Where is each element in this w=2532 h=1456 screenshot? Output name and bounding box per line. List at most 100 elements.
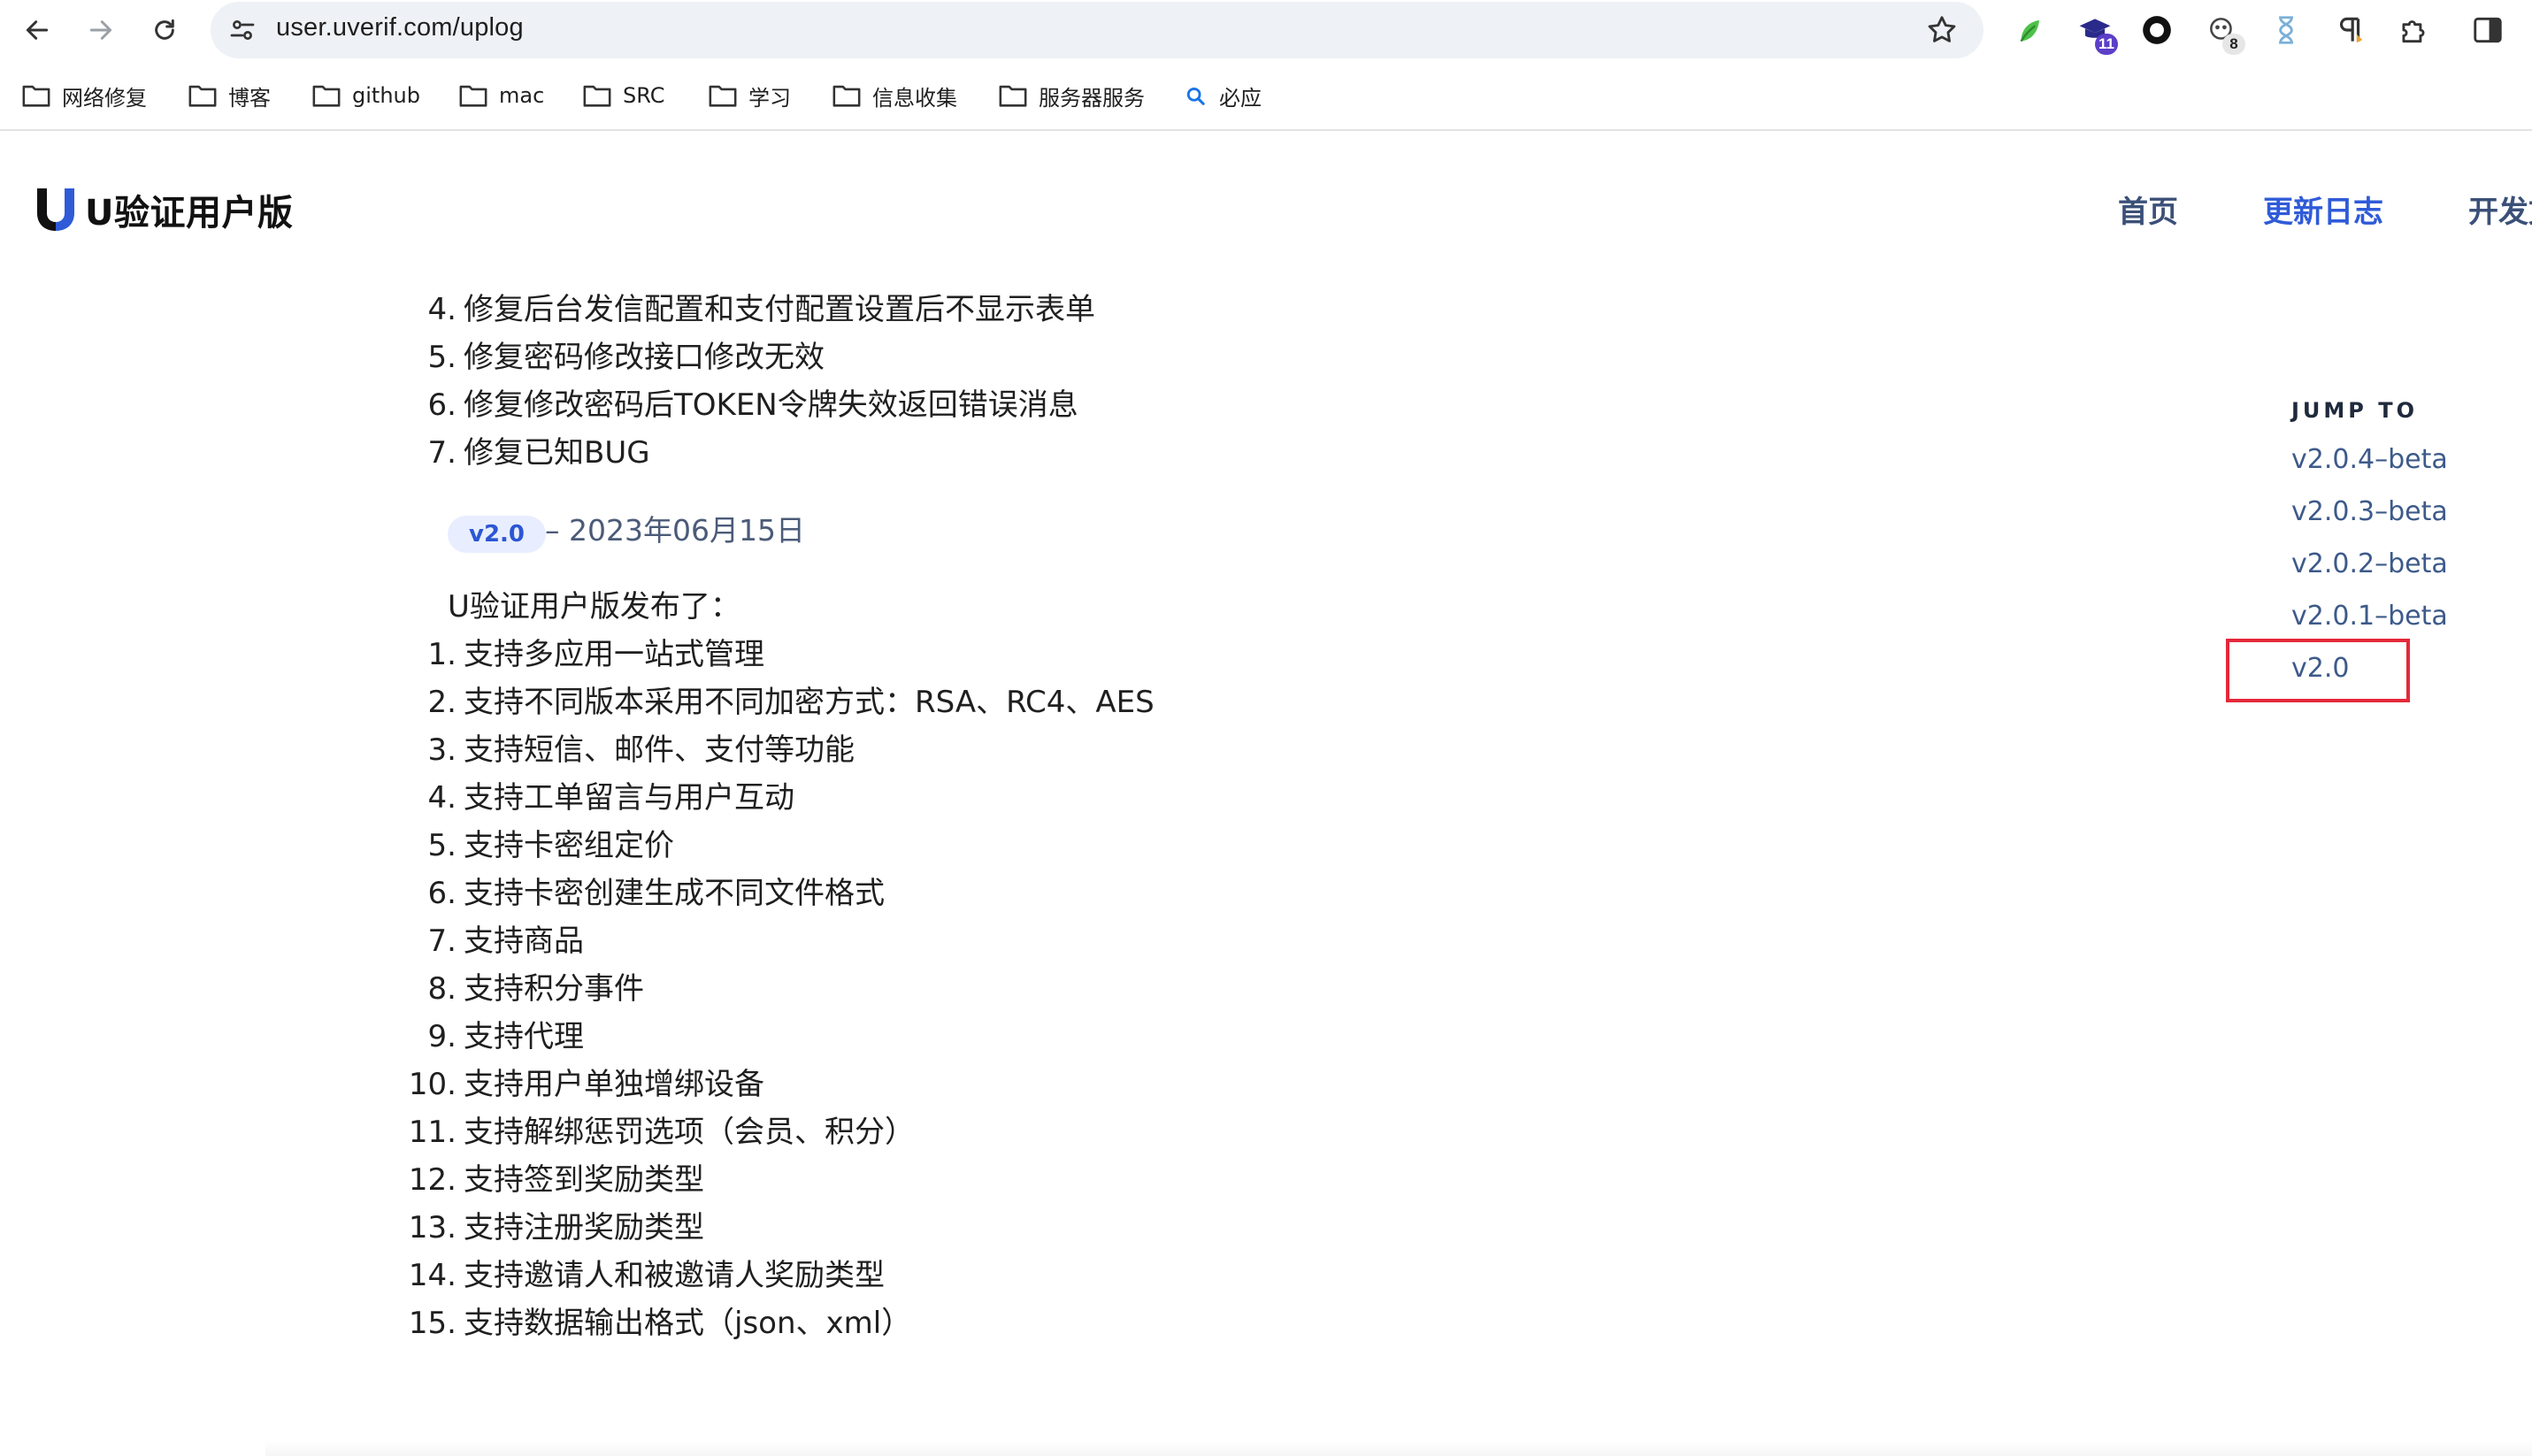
list-number: 8. xyxy=(427,971,457,1007)
list-number: 9. xyxy=(427,1019,457,1054)
bookmark-link[interactable]: 必应 xyxy=(1184,74,1262,117)
list-number: 2. xyxy=(427,685,457,720)
list-item: 9. 支持代理 xyxy=(395,1017,584,1056)
list-number: 12. xyxy=(408,1162,457,1198)
logo-mark-icon xyxy=(37,188,74,231)
toc-link-v2-0-1-beta[interactable]: v2.0.1–beta xyxy=(2291,601,2448,632)
list-text: 修复修改密码后TOKEN令牌失效返回错误消息 xyxy=(464,387,1078,423)
graduation-cap-extension-icon[interactable]: 11 xyxy=(2075,11,2118,55)
list-text: 支持商品 xyxy=(464,923,584,959)
list-number: 10. xyxy=(408,1067,457,1102)
list-text: 支持签到奖励类型 xyxy=(464,1162,704,1198)
list-number: 4. xyxy=(427,292,457,327)
bookmarks-bar: 网络修复 博客 github mac SRC 学习 信息收集 服务器服务 必应 xyxy=(0,74,2532,117)
list-item: 14. 支持邀请人和被邀请人奖励类型 xyxy=(395,1256,885,1295)
extension-badge: 11 xyxy=(2095,34,2118,55)
footer-shadow xyxy=(265,1440,2532,1456)
list-item: 11. 支持解绑惩罚选项（会员、积分） xyxy=(395,1113,915,1152)
list-item: 4. 修复后台发信配置和支付配置设置后不显示表单 xyxy=(395,290,1095,329)
site-settings-icon[interactable] xyxy=(226,14,258,46)
bookmark-folder[interactable]: 信息收集 xyxy=(832,74,957,117)
side-panel-icon[interactable] xyxy=(2468,11,2507,50)
leaf-extension-icon[interactable] xyxy=(2010,11,2049,50)
forward-arrow-icon xyxy=(89,20,112,40)
nav-home[interactable]: 首页 xyxy=(2118,188,2178,231)
bookmark-folder[interactable]: 博客 xyxy=(188,74,271,117)
list-number: 11. xyxy=(408,1115,457,1150)
folder-icon xyxy=(312,85,341,107)
list-text: 支持短信、邮件、支付等功能 xyxy=(464,732,855,768)
bookmark-folder[interactable]: 服务器服务 xyxy=(998,74,1145,117)
folder-icon xyxy=(832,85,861,107)
bookmark-label: SRC xyxy=(623,83,665,108)
bookmark-label: 必应 xyxy=(1219,85,1262,111)
bookmark-folder[interactable]: mac xyxy=(458,74,544,117)
list-item: 5. 修复密码修改接口修改无效 xyxy=(395,338,825,377)
list-item: 7. 修复已知BUG xyxy=(395,433,650,472)
bookmark-label: 博客 xyxy=(228,85,271,111)
forward-button[interactable] xyxy=(83,12,119,48)
pilcrow-extension-icon[interactable] xyxy=(2330,11,2369,50)
folder-icon xyxy=(709,85,737,107)
list-item: 8. 支持积分事件 xyxy=(395,969,644,1008)
circle-record-extension-icon[interactable] xyxy=(2137,11,2176,50)
list-number: 7. xyxy=(427,923,457,959)
hourglass-extension-icon[interactable] xyxy=(2267,11,2306,50)
bookmark-folder[interactable]: 学习 xyxy=(708,74,791,117)
list-text: 支持代理 xyxy=(464,1019,584,1054)
site-logo[interactable]: U验证用户版 xyxy=(35,184,293,235)
list-number: 5. xyxy=(427,828,457,863)
bookmark-folder[interactable]: github xyxy=(311,74,420,117)
list-number: 15. xyxy=(408,1306,457,1341)
browser-toolbar: user.uverif.com/uplog 11 8 网络修复 博客 githu… xyxy=(0,0,2532,131)
list-number: 14. xyxy=(408,1258,457,1293)
bookmark-star-icon[interactable] xyxy=(1925,13,1959,47)
reload-button[interactable] xyxy=(147,12,182,48)
list-text: 支持工单留言与用户互动 xyxy=(464,780,794,816)
version-tag: v2.0 xyxy=(448,516,547,553)
folder-icon xyxy=(188,85,217,107)
list-item: 6. 修复修改密码后TOKEN令牌失效返回错误消息 xyxy=(395,386,1078,425)
nav-changelog[interactable]: 更新日志 xyxy=(2263,188,2383,231)
bookmark-label: mac xyxy=(499,83,545,108)
version-date: – 2023年06月15日 xyxy=(545,513,805,548)
list-item: 15. 支持数据输出格式（json、xml） xyxy=(395,1304,911,1343)
puzzle-extension-icon[interactable] xyxy=(2394,11,2433,50)
bookmark-folder[interactable]: 网络修复 xyxy=(21,74,147,117)
list-text: 支持卡密组定价 xyxy=(464,828,674,863)
list-item: 3. 支持短信、邮件、支付等功能 xyxy=(395,731,855,770)
bookmark-folder[interactable]: SRC xyxy=(582,74,664,117)
list-text: 修复已知BUG xyxy=(464,435,650,471)
list-text: 支持数据输出格式（json、xml） xyxy=(464,1306,912,1341)
list-number: 6. xyxy=(427,876,457,911)
folder-icon xyxy=(999,85,1027,107)
nav-dev-docs[interactable]: 开发文档 xyxy=(2468,188,2532,231)
bookmark-label: 网络修复 xyxy=(62,85,147,111)
list-text: 支持注册奖励类型 xyxy=(464,1210,704,1245)
bookmark-label: 服务器服务 xyxy=(1039,85,1145,111)
list-item: 4. 支持工单留言与用户互动 xyxy=(395,778,794,817)
highlight-box xyxy=(2226,639,2410,702)
list-text: 支持解绑惩罚选项（会员、积分） xyxy=(464,1115,915,1150)
toc-link-v2-0-2-beta[interactable]: v2.0.2–beta xyxy=(2291,548,2448,579)
toc-link-v2-0-3-beta[interactable]: v2.0.3–beta xyxy=(2291,496,2448,527)
toc-link-v2-0-4-beta[interactable]: v2.0.4–beta xyxy=(2291,444,2448,475)
back-button[interactable] xyxy=(19,12,55,48)
logo-text: U验证用户版 xyxy=(85,193,294,234)
folder-icon xyxy=(459,85,487,107)
panda-extension-icon[interactable]: 8 xyxy=(2203,11,2245,55)
list-number: 4. xyxy=(427,780,457,816)
list-text: 支持积分事件 xyxy=(464,971,644,1007)
list-item: 2. 支持不同版本采用不同加密方式：RSA、RC4、AES xyxy=(395,683,1155,722)
address-bar[interactable]: user.uverif.com/uplog xyxy=(211,2,1983,58)
search-icon xyxy=(1186,88,1205,105)
list-item: 10. 支持用户单独增绑设备 xyxy=(395,1065,764,1104)
site-header: U验证用户版 首页 更新日志 开发文档 xyxy=(0,133,2532,283)
url-text[interactable]: user.uverif.com/uplog xyxy=(276,13,524,42)
list-text: 支持不同版本采用不同加密方式：RSA、RC4、AES xyxy=(464,685,1155,720)
list-item: 1. 支持多应用一站式管理 xyxy=(395,635,764,674)
list-number: 7. xyxy=(427,435,457,471)
list-number: 3. xyxy=(427,732,457,768)
bookmark-label: 学习 xyxy=(748,85,791,111)
list-item: 6. 支持卡密创建生成不同文件格式 xyxy=(395,874,885,913)
